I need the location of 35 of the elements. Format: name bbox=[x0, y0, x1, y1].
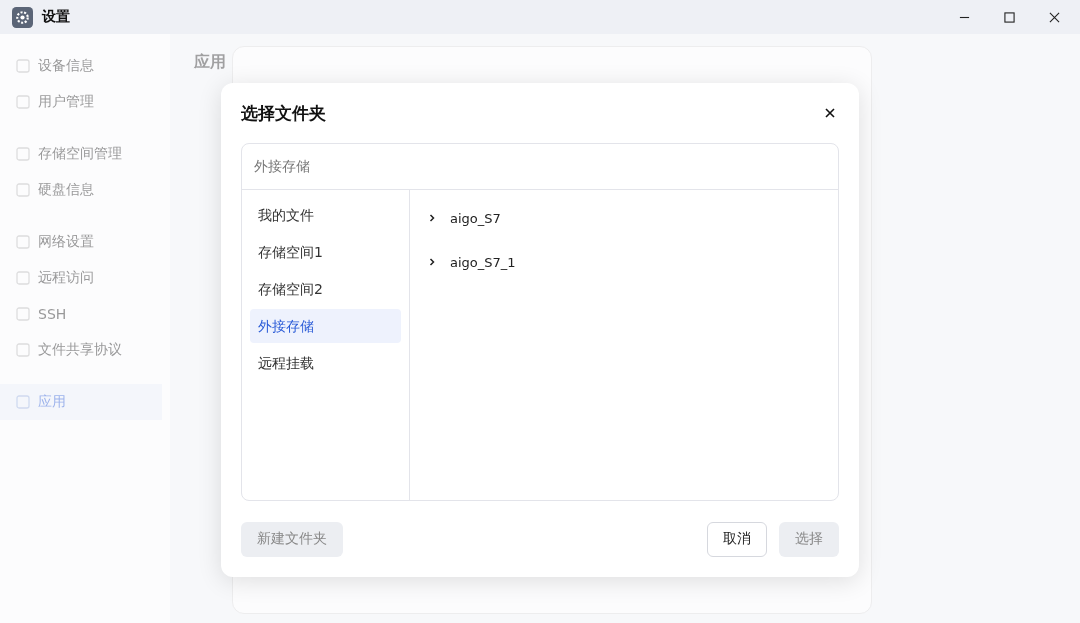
sidebar-item[interactable]: 文件共享协议 bbox=[0, 332, 162, 368]
page-title: 应用 bbox=[194, 52, 227, 73]
folder-name[interactable]: aigo_S7 bbox=[450, 210, 501, 226]
sidebar-item[interactable]: 应用 bbox=[0, 384, 162, 420]
close-icon[interactable] bbox=[1049, 11, 1060, 23]
location-item[interactable]: 远程挂载 bbox=[250, 346, 401, 380]
menu-item-icon bbox=[16, 271, 30, 285]
close-icon[interactable] bbox=[825, 108, 835, 118]
menu-item-icon bbox=[16, 95, 30, 109]
menu-item-icon bbox=[16, 343, 30, 357]
sidebar-item[interactable]: SSH bbox=[0, 296, 162, 332]
location-item[interactable]: 我的文件 bbox=[250, 198, 401, 232]
location-item[interactable]: 存储空间2 bbox=[250, 272, 401, 306]
menu-item-icon bbox=[16, 307, 30, 321]
location-item[interactable]: 存储空间1 bbox=[250, 235, 401, 269]
chevron-icon[interactable] bbox=[428, 258, 436, 266]
sidebar-item[interactable]: 远程访问 bbox=[0, 260, 162, 296]
path-bar: 外接存储 bbox=[242, 144, 838, 190]
sidebar-item[interactable]: 用户管理 bbox=[0, 84, 162, 120]
sidebar-item[interactable]: 设备信息 bbox=[0, 48, 162, 84]
sidebar-item[interactable]: 存储空间管理 bbox=[0, 136, 162, 172]
location-item[interactable]: 外接存储 bbox=[250, 309, 401, 343]
menu-item-icon bbox=[16, 235, 30, 249]
window-title: 设置 bbox=[42, 8, 70, 26]
menu-item-icon bbox=[16, 183, 30, 197]
cancel-button[interactable]: 取消 bbox=[707, 521, 767, 557]
folder-name[interactable]: aigo_S7_1 bbox=[450, 254, 516, 270]
menu-item-icon bbox=[16, 147, 30, 161]
menu-item-icon bbox=[16, 395, 30, 409]
sidebar-item[interactable]: 网络设置 bbox=[0, 224, 162, 260]
chevron-icon[interactable] bbox=[428, 214, 436, 222]
menu-item-icon bbox=[16, 59, 30, 73]
dialog-title: 选择文件夹 bbox=[241, 101, 326, 125]
sidebar-item[interactable]: 硬盘信息 bbox=[0, 172, 162, 208]
maximize-icon[interactable] bbox=[1004, 11, 1015, 23]
